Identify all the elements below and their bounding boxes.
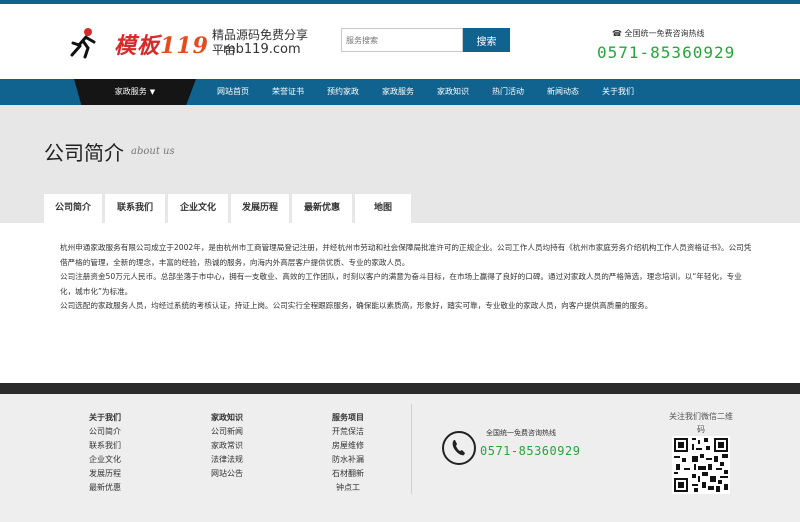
hotline-label: ☎ 全国统一免费咨询热线 [612,29,705,38]
footer-link[interactable]: 公司新闻 [200,425,254,439]
logo-wordmark: 模板119 [114,33,209,59]
footer-link[interactable]: 联系我们 [78,439,132,453]
footer-col-title: 家政知识 [211,413,243,422]
nav-item-booking[interactable]: 预约家政 [317,79,369,105]
footer-hotline-number: 0571-85360929 [480,444,581,458]
phone-icon [442,431,476,465]
tab-map[interactable]: 地图 [355,194,411,223]
footer-col-knowledge: 家政知识 公司新闻 家政常识 法律法规 网站公告 [200,411,254,481]
site-footer: 关于我们 公司简介 联系我们 企业文化 发展历程 最新优惠 家政知识 公司新闻 … [0,394,800,522]
footer-link[interactable]: 法律法规 [200,453,254,467]
footer-link[interactable]: 家政常识 [200,439,254,453]
nav-item-events[interactable]: 热门活动 [482,79,534,105]
company-intro: 杭州申通家政服务有限公司成立于2002年，是由杭州市工商管理局登记注册，并经杭州… [44,241,756,314]
footer-link[interactable]: 发展历程 [78,467,132,481]
qr-label: 关注我们微信二维码 [669,412,733,434]
nav-dropdown-services[interactable]: 家政服务 ▼ [74,79,196,105]
intro-paragraph-3: 公司选配的家政服务人员，均经过系统的考核认证，持证上岗。公司实行全程跟踪服务，确… [60,301,653,310]
search-input[interactable] [341,28,463,52]
nav-item-services[interactable]: 家政服务 [372,79,424,105]
footer-col-title: 关于我们 [89,413,121,422]
footer-link[interactable]: 开荒保洁 [321,425,375,439]
footer-link[interactable]: 公司简介 [78,425,132,439]
footer-column-divider [411,404,412,494]
footer-link[interactable]: 最新优惠 [78,481,132,495]
hotline-number: 0571-85360929 [597,43,736,62]
search-button[interactable]: 搜索 [463,28,510,52]
footer-link[interactable]: 钟点工 [321,481,375,495]
nav-item-knowledge[interactable]: 家政知识 [427,79,479,105]
phone-icon: ☎ [612,29,622,38]
intro-paragraph-1: 杭州申通家政服务有限公司成立于2002年，是由杭州市工商管理局登记注册，并经杭州… [60,243,752,267]
nav-item-news[interactable]: 新闻动态 [537,79,589,105]
footer-col-title: 服务项目 [332,413,364,422]
tab-company-profile[interactable]: 公司简介 [44,194,102,223]
page-title: 公司简介 [44,141,124,165]
footer-col-services: 服务项目 开荒保洁 房屋维修 防水补漏 石材翻新 钟点工 [321,411,375,495]
intro-paragraph-2: 公司注册资金50万元人民币。总部坐落于市中心，拥有一支敬业、高效的工作团队，时刻… [60,272,742,296]
tab-contact-us[interactable]: 联系我们 [105,194,165,223]
nav-item-certificates[interactable]: 荣誉证书 [262,79,314,105]
top-accent-bar [0,0,800,4]
runner-logo-icon [70,28,96,59]
tab-promotions[interactable]: 最新优惠 [292,194,352,223]
site-logo[interactable]: 模板119 精品源码免费分享平台 mb119.com [66,24,316,64]
footer-link[interactable]: 房屋维修 [321,439,375,453]
footer-link[interactable]: 防水补漏 [321,453,375,467]
nav-item-about[interactable]: 关于我们 [592,79,644,105]
footer-link[interactable]: 石材翻新 [321,467,375,481]
footer-col-about: 关于我们 公司简介 联系我们 企业文化 发展历程 最新优惠 [78,411,132,495]
main-nav: 家政服务 ▼ 网站首页 荣誉证书 预约家政 家政服务 家政知识 热门活动 新闻动态… [0,79,800,105]
nav-item-home[interactable]: 网站首页 [207,79,259,105]
logo-url: mb119.com [223,42,301,57]
chevron-down-icon: ▼ [149,88,156,96]
tab-culture[interactable]: 企业文化 [168,194,228,223]
footer-divider-bar [0,383,800,394]
wechat-qr-code [672,436,730,494]
tab-history[interactable]: 发展历程 [231,194,289,223]
footer-hotline-label: 全国统一免费咨询热线 [486,429,556,437]
footer-link[interactable]: 网站公告 [200,467,254,481]
page-subtitle: about us [131,146,175,157]
footer-link[interactable]: 企业文化 [78,453,132,467]
